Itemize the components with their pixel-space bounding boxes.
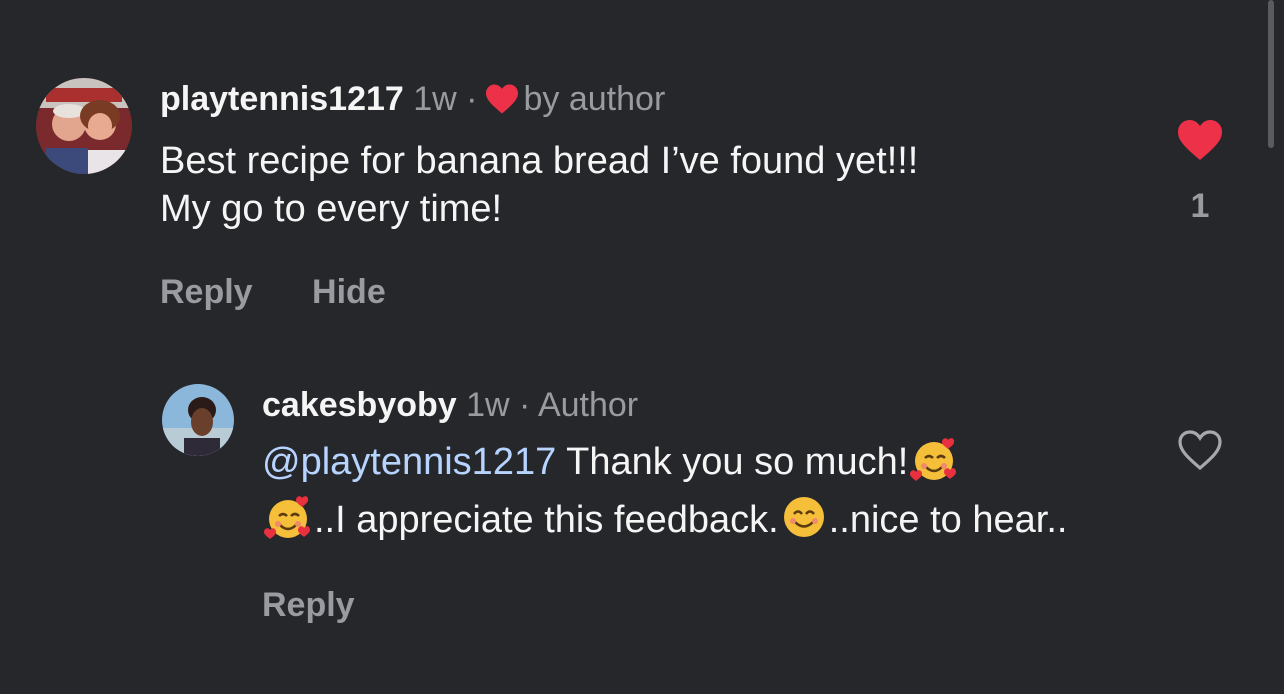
smiling-face-emoji [781, 494, 827, 552]
like-control [1170, 428, 1230, 477]
mention-link[interactable]: @playtennis1217 [262, 441, 556, 483]
timestamp: 1w [413, 80, 457, 118]
comment-actions: Reply [262, 586, 1142, 625]
separator: · [519, 386, 531, 424]
avatar[interactable] [162, 384, 234, 456]
comment-meta: playtennis1217 1w · by author [160, 78, 1080, 125]
comment-text: Best recipe for banana bread I’ve found … [160, 137, 1080, 233]
reply-button[interactable]: Reply [262, 586, 355, 625]
smiling-face-with-hearts-emoji [910, 436, 958, 494]
comments-panel: playtennis1217 1w · by author Best recipe… [0, 0, 1284, 694]
author-badge: Author [537, 386, 639, 424]
liked-by-author-label: by author [523, 80, 666, 118]
timestamp: 1w [466, 386, 510, 424]
hide-button[interactable]: Hide [312, 273, 386, 312]
comment-meta: cakesbyoby 1w · Author [262, 384, 1142, 426]
like-control: 1 [1170, 118, 1230, 226]
comment-body: playtennis1217 1w · by author Best recipe… [160, 78, 1080, 312]
comment-text-line: My go to every time! [160, 188, 503, 230]
scrollbar[interactable] [1268, 0, 1274, 148]
comment-text-line: Best recipe for banana bread I’ve found … [160, 140, 919, 182]
heart-filled-icon [484, 83, 520, 125]
username[interactable]: cakesbyoby [262, 386, 457, 424]
comment-text-part: ..I appreciate this feedback. [314, 499, 779, 541]
comment-text-part: ..nice to hear.. [828, 499, 1068, 541]
reply-button[interactable]: Reply [160, 273, 253, 312]
heart-filled-icon[interactable] [1170, 118, 1230, 167]
heart-outline-icon[interactable] [1170, 428, 1230, 477]
smiling-face-with-hearts-emoji [264, 494, 312, 552]
comment-text: @playtennis1217 Thank you so much! ..I ap… [262, 436, 1142, 552]
like-count[interactable]: 1 [1170, 187, 1230, 226]
comment-body: cakesbyoby 1w · Author @playtennis1217 T… [262, 384, 1142, 625]
comment-text-part: Thank you so much! [556, 441, 909, 483]
avatar[interactable] [36, 78, 132, 174]
comment-actions: Reply Hide [160, 273, 1080, 312]
separator: · [466, 80, 478, 118]
username[interactable]: playtennis1217 [160, 80, 404, 118]
